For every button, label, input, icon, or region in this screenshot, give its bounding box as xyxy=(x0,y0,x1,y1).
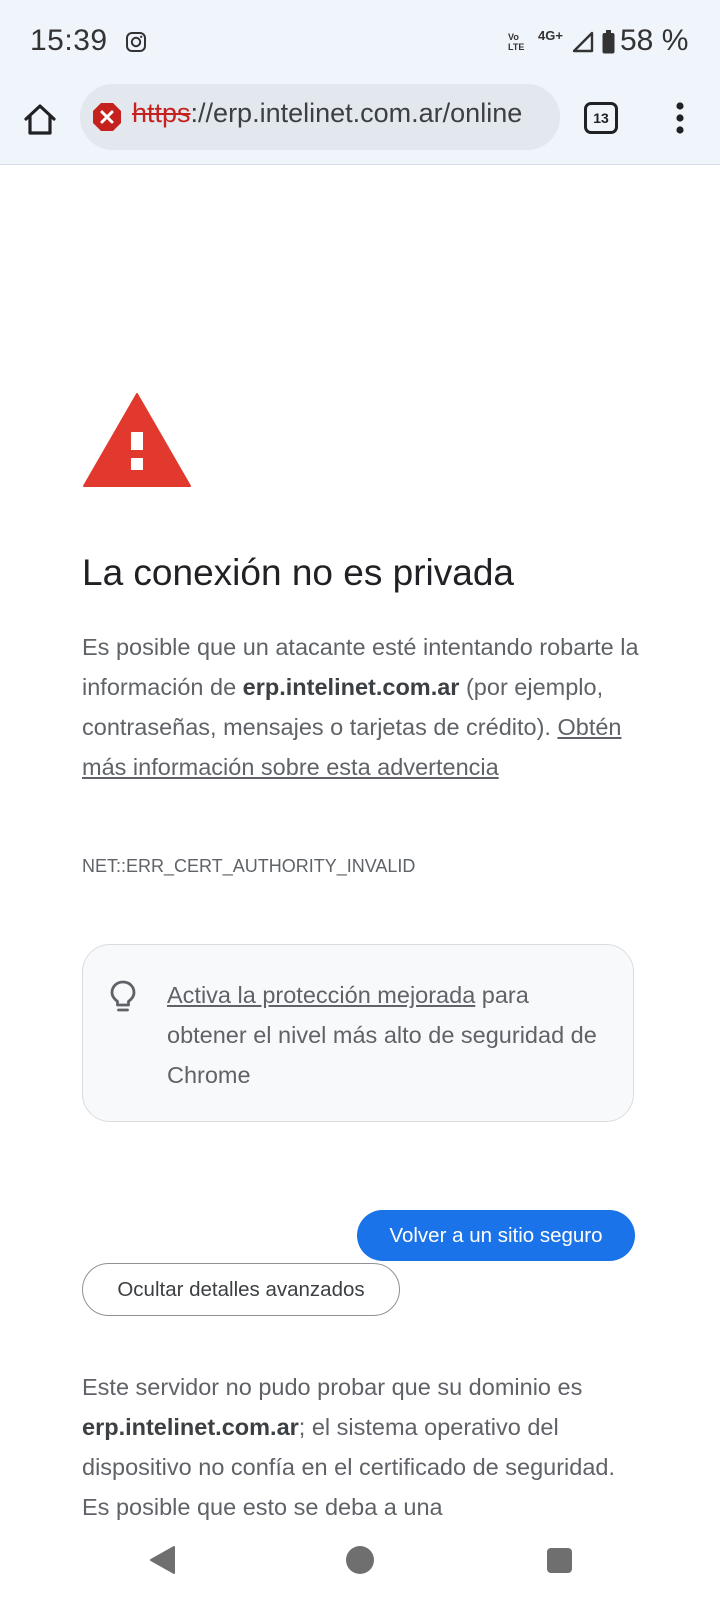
address-bar[interactable]: https://erp.intelinet.com.ar/online xyxy=(80,84,560,150)
home-icon[interactable] xyxy=(22,102,58,138)
explanation-domain: erp.intelinet.com.ar xyxy=(242,674,460,700)
status-bar: 15:39 Vo LTE 4G+ 58 % xyxy=(0,0,720,84)
home-circle-icon[interactable] xyxy=(346,1546,374,1574)
instagram-icon xyxy=(126,32,146,52)
enhanced-protection-link[interactable]: Activa la protección mejorada xyxy=(167,982,475,1008)
back-to-safety-button[interactable]: Volver a un sitio seguro xyxy=(357,1210,635,1261)
enhanced-protection-card: Activa la protección mejorada para obten… xyxy=(82,944,634,1122)
battery-percent: 58 % xyxy=(620,24,689,57)
url-host-path: ://erp.intelinet.com.ar/online xyxy=(190,98,523,128)
status-time: 15:39 xyxy=(30,24,108,57)
browser-toolbar: https://erp.intelinet.com.ar/online 13 xyxy=(0,84,720,165)
error-code: NET::ERR_CERT_AUTHORITY_INVALID xyxy=(82,856,416,876)
overflow-menu-icon[interactable] xyxy=(670,100,690,136)
signal-icon xyxy=(572,31,594,53)
not-secure-icon[interactable] xyxy=(92,102,122,132)
url-text[interactable]: https://erp.intelinet.com.ar/online xyxy=(132,98,552,129)
url-scheme: https xyxy=(132,98,191,128)
details-domain: erp.intelinet.com.ar xyxy=(82,1414,299,1440)
warning-triangle-icon xyxy=(83,393,191,487)
volte-indicator: Vo LTE xyxy=(508,32,525,52)
hide-advanced-button[interactable]: Ocultar detalles avanzados xyxy=(82,1263,400,1316)
back-icon[interactable] xyxy=(148,1545,176,1575)
tab-switcher-icon[interactable]: 13 xyxy=(584,102,618,134)
advanced-details-text: Este servidor no pudo probar que su domi… xyxy=(82,1374,615,1520)
lightbulb-icon xyxy=(110,980,136,1012)
recents-icon[interactable] xyxy=(547,1548,572,1573)
system-nav-bar xyxy=(0,1520,720,1600)
enhanced-protection-text: Activa la protección mejorada para obten… xyxy=(167,982,597,1088)
explanation-text: Es posible que un atacante esté intentan… xyxy=(82,634,639,780)
network-type: 4G+ xyxy=(538,28,563,43)
page-title: La conexión no es privada xyxy=(82,552,514,593)
battery-icon xyxy=(602,30,615,54)
